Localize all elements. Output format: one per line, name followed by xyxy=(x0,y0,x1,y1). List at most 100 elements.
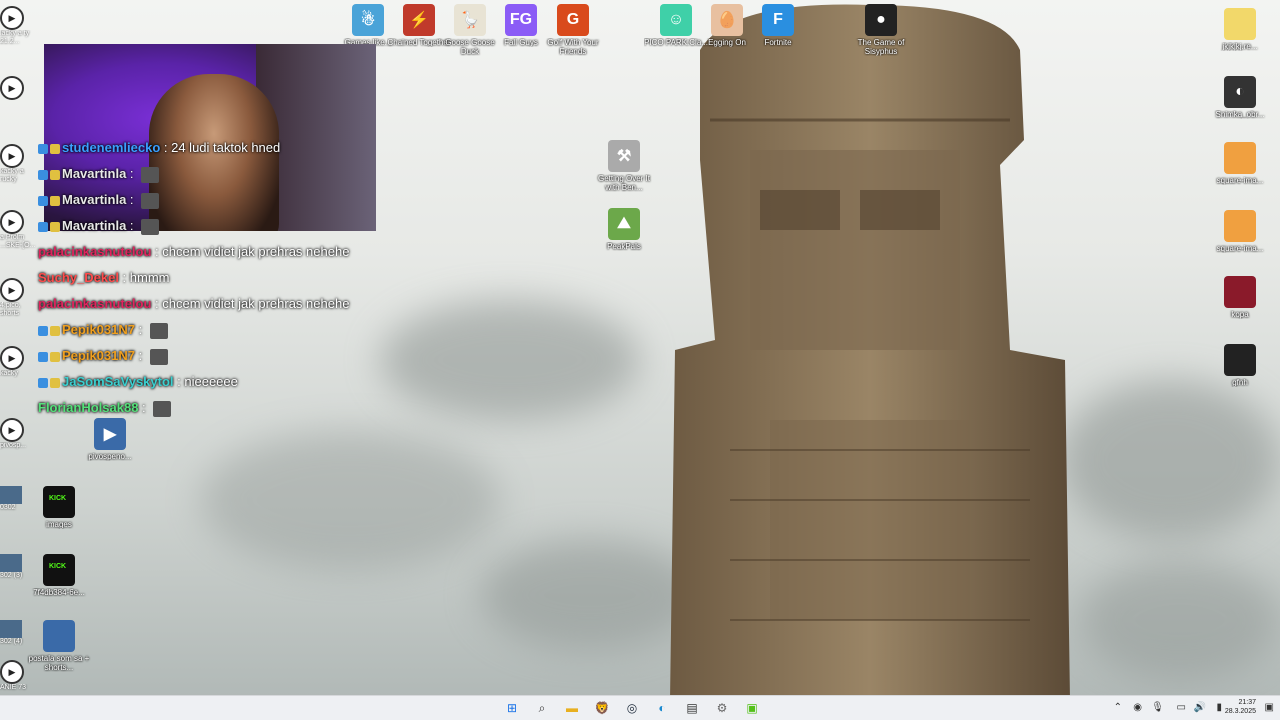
egg-icon: 🥚 xyxy=(711,4,743,36)
chat-username: JaSomSaVyskytol xyxy=(62,374,174,389)
search-icon[interactable]: ⌕ xyxy=(534,700,550,716)
app-icon[interactable]: ▤ xyxy=(684,700,700,716)
desktop-icon-label: 7f4db384-6e... xyxy=(33,588,85,597)
clock[interactable]: 21:37 28.3.2025 xyxy=(1225,698,1256,716)
desktop-icon[interactable]: ⚒ Getting Over It with Ben... xyxy=(592,140,656,192)
image-icon xyxy=(1224,142,1256,174)
video-icon: ▶ xyxy=(0,6,24,30)
desktop-icon[interactable]: ▶ pivospeno... xyxy=(78,418,142,461)
chat-username: palacinkasnutelou xyxy=(38,296,152,311)
chat-separator: : xyxy=(151,244,163,259)
game-icon: ☃ xyxy=(352,4,384,36)
chat-text: hmmm xyxy=(129,270,170,285)
kick-badge: KICK xyxy=(49,563,67,570)
desktop-icon-label: kácky xyxy=(0,370,18,377)
desktop-icon-label: Golf With Your Friends xyxy=(547,38,599,56)
battery-icon[interactable]: ▮ xyxy=(1216,702,1222,713)
notification-icon[interactable]: ▣ xyxy=(1265,702,1274,713)
desktop-icon[interactable]: ⛰ PeakPals xyxy=(592,208,656,251)
video-icon: ▶ xyxy=(0,144,24,168)
chat-username: studenemliecko xyxy=(62,140,161,155)
emote-icon xyxy=(149,348,168,365)
desktop-icon[interactable]: F Fortnite xyxy=(746,4,810,47)
desktop-icon-partial[interactable]: ▶ xyxy=(0,76,40,100)
desktop-icon[interactable]: square-ima... xyxy=(1208,210,1272,253)
volume-icon[interactable]: 🔊 xyxy=(1194,702,1206,713)
desktop-icon-label: square-ima... xyxy=(1216,244,1264,253)
image-icon xyxy=(1224,276,1256,308)
chat-separator: : xyxy=(126,166,138,181)
desktop-icon-partial[interactable]: 0302 xyxy=(0,486,40,512)
microphone-icon[interactable]: 🎙 xyxy=(1151,702,1164,713)
kick-badge: KICK xyxy=(49,495,67,502)
chat-username: palacinkasnutelou xyxy=(38,244,152,259)
chat-badge-icon xyxy=(50,377,60,388)
chat-badge-icon xyxy=(38,351,48,362)
game-icon: ⚡ xyxy=(403,4,435,36)
desktop-icon[interactable]: jkjkjkj.re... xyxy=(1208,8,1272,51)
security-icon[interactable]: ◉ xyxy=(1133,702,1142,713)
chat-text: chcem vidiet jak prehras nehehe xyxy=(162,296,350,311)
desktop-icon-partial[interactable]: ▶ a Prôlm ...SKE-[O... xyxy=(0,210,40,250)
desktop-icon-label: jkjkjkj.re... xyxy=(1222,42,1258,51)
statue-wallpaper xyxy=(670,4,1070,700)
chat-message: JaSomSaVyskytol : nieeeeee xyxy=(38,374,238,389)
desktop-icon-label: 302 (4) xyxy=(0,638,23,645)
desktop-icon[interactable]: square-ima... xyxy=(1208,142,1272,185)
chat-username: Mavartinla xyxy=(62,218,127,233)
desktop-icon-label: kopa xyxy=(1231,310,1249,319)
video-icon: ▶ xyxy=(0,278,24,302)
video-icon: ▶ xyxy=(0,210,24,234)
chat-message: FlorianHolsak88 : xyxy=(38,400,172,417)
kick-icon[interactable]: ▣ xyxy=(744,700,760,716)
chat-text: 24 ludi taktok hned xyxy=(171,140,281,155)
chevron-up-icon[interactable]: ⌃ xyxy=(1114,702,1122,713)
desktop-icon-partial[interactable]: ▶ 4.pico, shorts xyxy=(0,278,40,318)
desktop-icon[interactable]: G Golf With Your Friends xyxy=(541,4,605,56)
settings-icon[interactable]: ⚙ xyxy=(714,700,730,716)
desktop-icon[interactable]: gfnh xyxy=(1208,344,1272,387)
desktop-icon-label: pivospeno... xyxy=(88,452,132,461)
desktop-icon-partial[interactable]: ▶ kácky a rucky xyxy=(0,144,40,184)
desktop-icon[interactable]: kopa xyxy=(1208,276,1272,319)
desktop-icon[interactable]: ● The Game of Sisyphus xyxy=(849,4,913,56)
game-icon: ⛰ xyxy=(608,208,640,240)
chat-badge-icon xyxy=(50,221,60,232)
emote-icon xyxy=(153,400,172,417)
chat-text: nieeeeee xyxy=(184,374,238,389)
desktop-icon-partial[interactable]: 302 (4) xyxy=(0,620,40,646)
chat-username: Pepik031N7 xyxy=(62,322,135,337)
video-icon: ▶ xyxy=(0,76,24,100)
clock-date: 28.3.2025 xyxy=(1224,708,1256,715)
desktop-icon-partial[interactable]: ▶ lacky a ty 21.2... xyxy=(0,6,40,46)
desktop-icon-partial[interactable]: 302 (3) xyxy=(0,554,40,580)
chat-separator: : xyxy=(135,348,146,363)
image-icon xyxy=(0,486,22,504)
desktop-icon-label: PeakPals xyxy=(607,242,641,251)
image-icon xyxy=(43,554,75,586)
chat-message: Mavartinla : xyxy=(38,218,160,235)
steam-icon[interactable]: ◎ xyxy=(624,700,640,716)
chat-username: Mavartinla xyxy=(62,166,127,181)
game-icon: ☺ xyxy=(660,4,692,36)
desktop-icon-partial[interactable]: ▶ pivosp... xyxy=(0,418,40,450)
chat-separator: : xyxy=(160,140,172,155)
desktop-icon-partial[interactable]: ▶ ANIE 73 xyxy=(0,660,40,692)
desktop-icon-label: images xyxy=(46,520,72,529)
chat-badge-icon xyxy=(38,325,48,336)
desktop-icon-partial[interactable]: ▶ kácky xyxy=(0,346,40,378)
image-icon xyxy=(0,620,22,638)
desktop-icon-label: 0302 xyxy=(0,504,16,511)
brave-icon[interactable]: 🦁 xyxy=(594,700,610,716)
file-explorer-icon[interactable]: ▬ xyxy=(564,700,580,716)
edge-icon[interactable]: ◐ xyxy=(654,700,670,716)
chat-separator: : xyxy=(173,374,185,389)
chat-username: Suchy_Dekel xyxy=(38,270,119,285)
desktop-icon-label: a Prôlm ...SKE-[O... xyxy=(0,234,36,249)
desktop-icon[interactable]: ◐ Snimka_obr... xyxy=(1208,76,1272,119)
chat-separator: : xyxy=(151,296,163,311)
network-icon[interactable]: ▭ xyxy=(1177,702,1186,713)
video-icon: ▶ xyxy=(0,418,24,442)
desktop-icon-label: square-ima... xyxy=(1216,176,1264,185)
windows-start-icon[interactable]: ⊞ xyxy=(504,700,520,716)
